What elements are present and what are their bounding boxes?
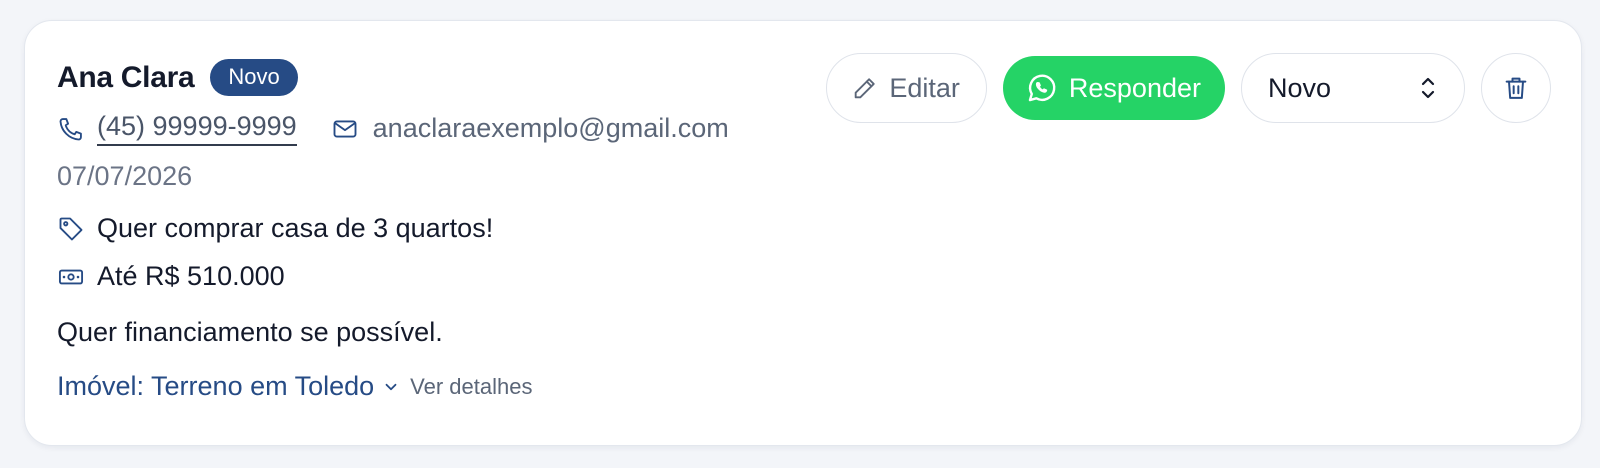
lead-name: Ana Clara — [57, 60, 195, 94]
lead-header: Ana Clara Novo — [57, 59, 298, 96]
mail-icon — [331, 115, 359, 143]
chevron-down-icon[interactable] — [382, 378, 400, 396]
details-link[interactable]: Ver detalhes — [410, 374, 532, 400]
phone-link[interactable]: (45) 99999-9999 — [97, 111, 297, 146]
tag-icon — [57, 215, 85, 243]
trash-icon — [1502, 74, 1530, 102]
whatsapp-icon — [1025, 71, 1059, 105]
status-select[interactable]: Novo — [1241, 53, 1465, 123]
email-text: anaclaraexemplo@gmail.com — [372, 113, 729, 143]
lead-notes: Quer financiamento se possível. — [57, 317, 443, 347]
contact-row: (45) 99999-9999 anaclaraexemplo@gmail.co… — [57, 111, 729, 146]
edit-label: Editar — [889, 72, 960, 103]
interest-text: Quer comprar casa de 3 quartos! — [97, 213, 494, 243]
action-bar: Editar Responder Novo — [826, 53, 1551, 123]
phone-icon — [57, 115, 85, 143]
chevron-up-down-icon — [1418, 75, 1438, 101]
edit-button[interactable]: Editar — [826, 53, 987, 123]
property-row: Imóvel: Terreno em Toledo Ver detalhes — [57, 371, 532, 402]
reply-label: Responder — [1068, 72, 1201, 103]
status-badge: Novo — [210, 59, 298, 96]
banknote-icon — [57, 263, 85, 291]
reply-button[interactable]: Responder — [1002, 56, 1225, 120]
budget-text: Até R$ 510.000 — [97, 261, 285, 291]
lead-card: Ana Clara Novo (45) 99999-9999 anaclarae… — [24, 20, 1582, 446]
pencil-icon — [851, 74, 879, 102]
property-link[interactable]: Imóvel: Terreno em Toledo — [57, 371, 374, 402]
delete-button[interactable] — [1481, 53, 1551, 123]
interest-row: Quer comprar casa de 3 quartos! — [57, 213, 493, 244]
status-select-value: Novo — [1268, 72, 1332, 103]
lead-date: 07/07/2026 — [57, 161, 193, 191]
budget-row: Até R$ 510.000 — [57, 261, 285, 292]
